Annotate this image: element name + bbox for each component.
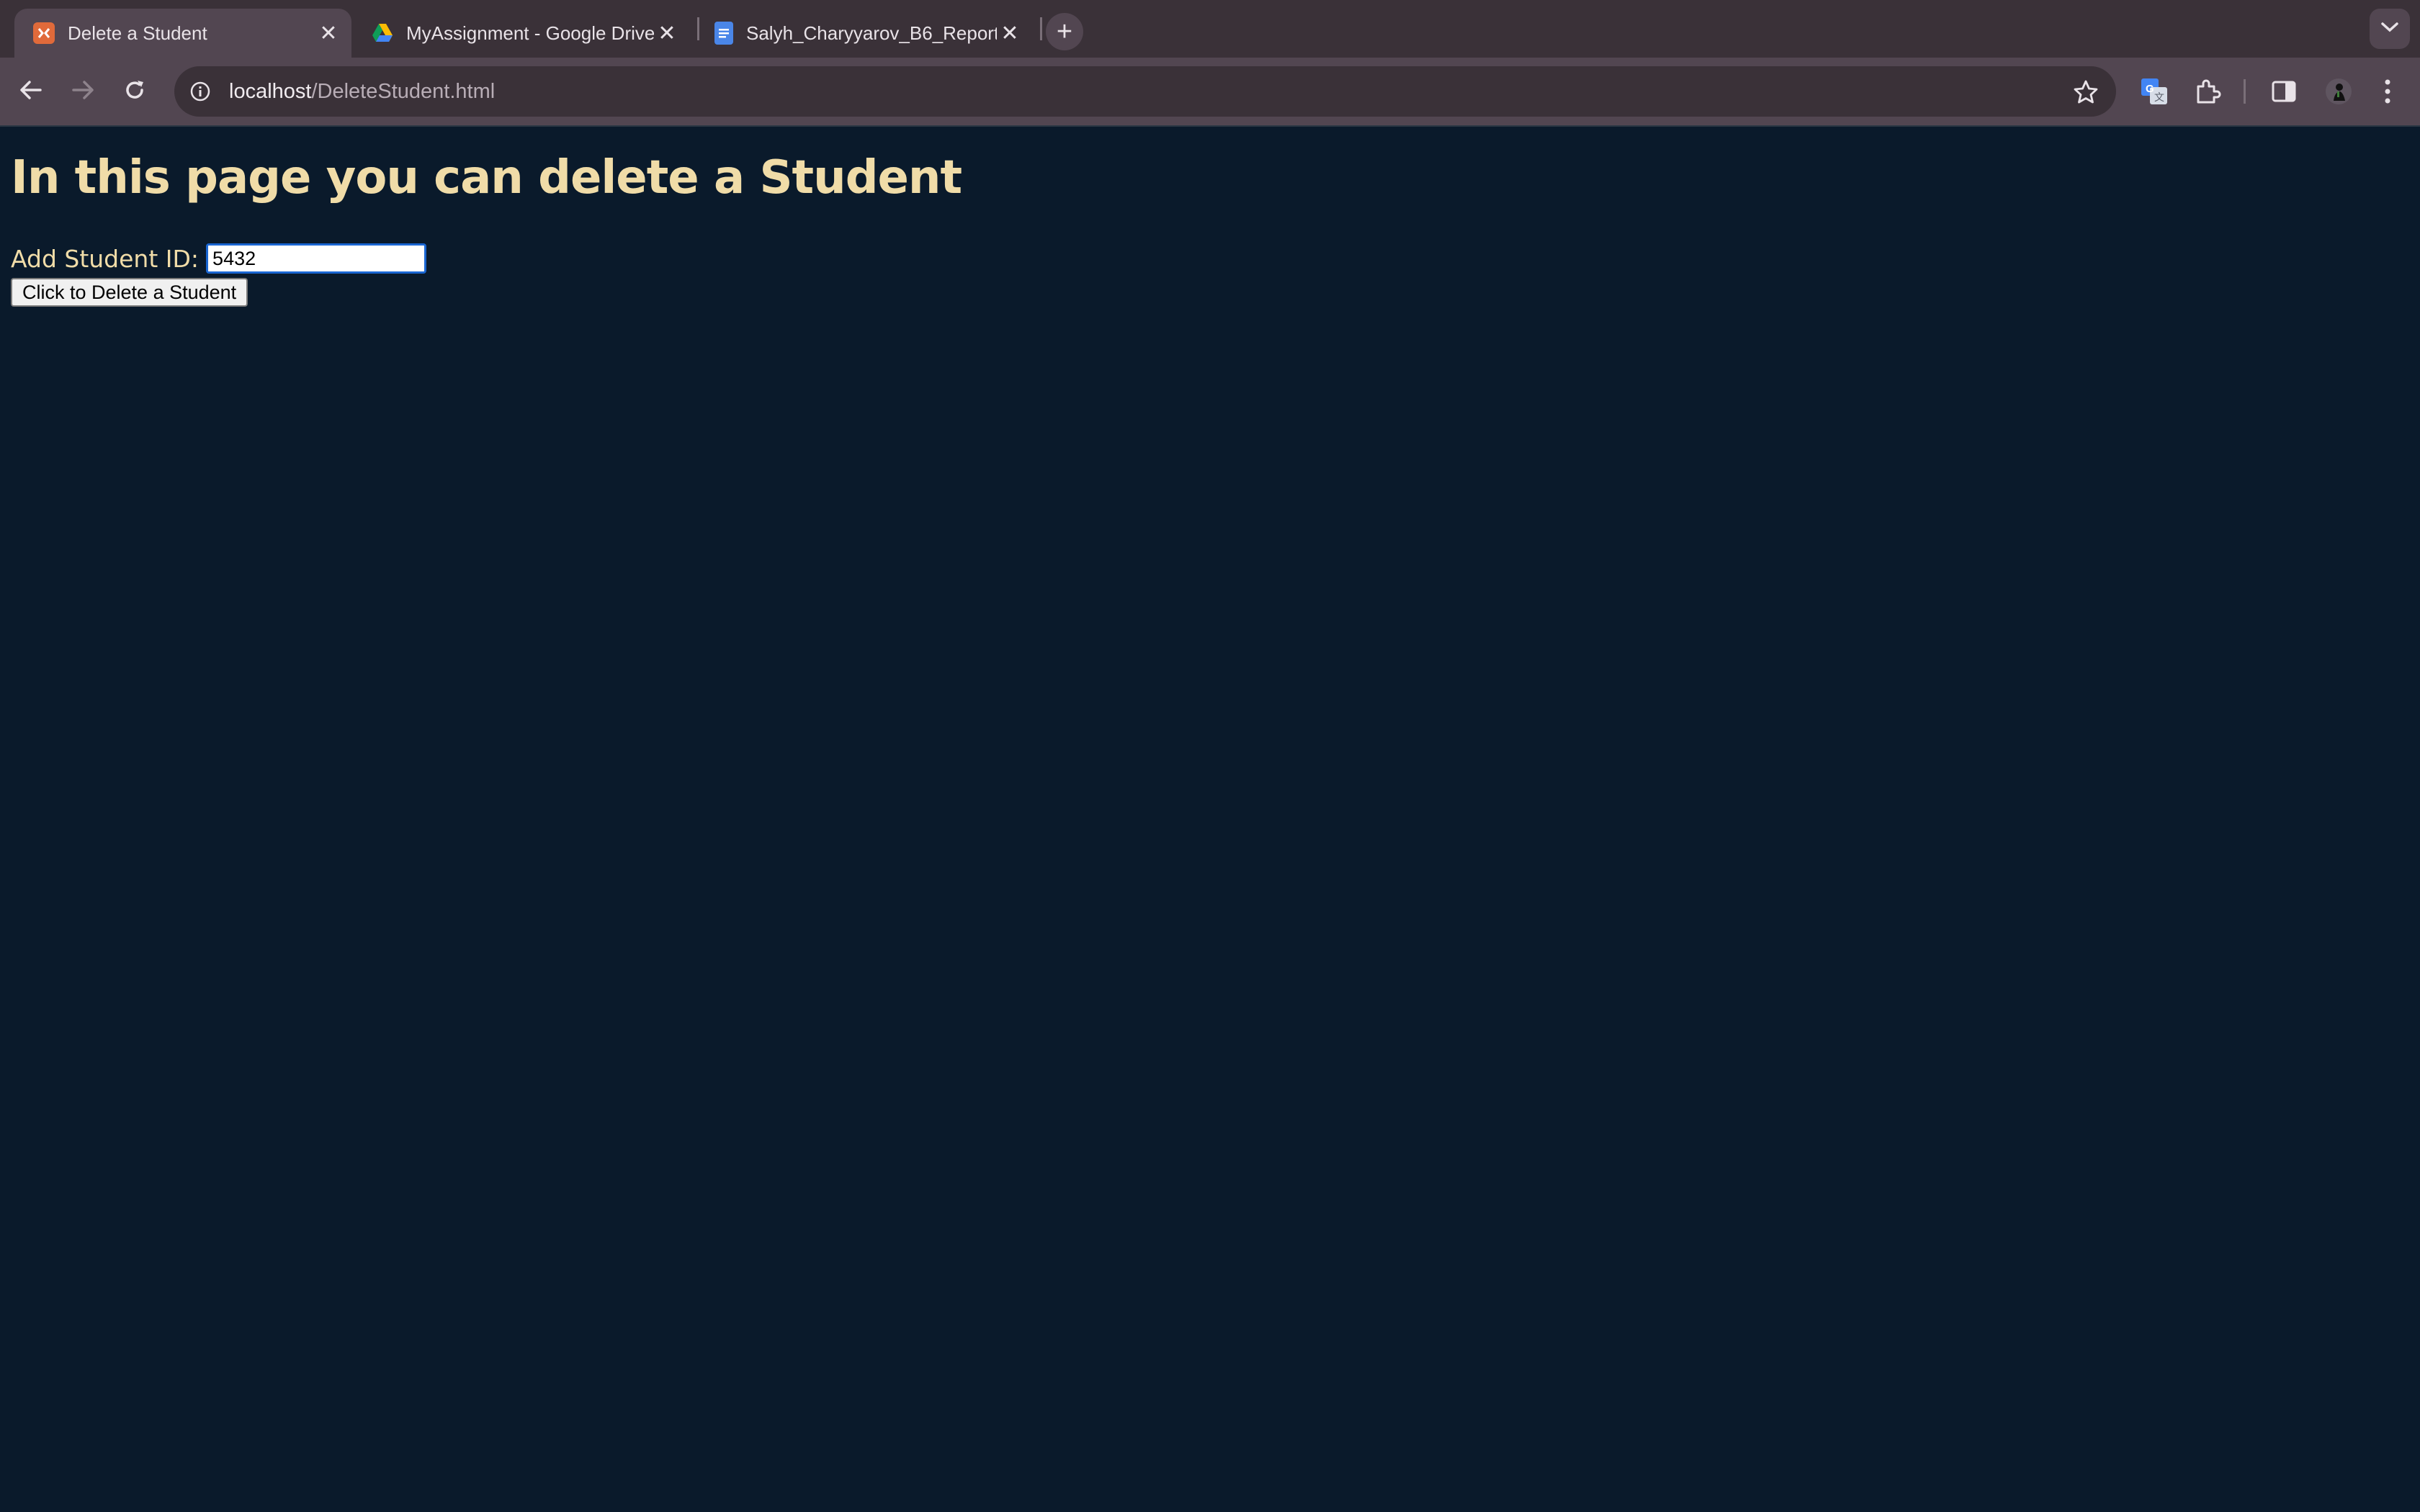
google-translate-icon[interactable]: G 文: [2136, 73, 2172, 109]
new-tab-button[interactable]: +: [1046, 13, 1083, 50]
reload-icon: [123, 78, 146, 104]
bookmark-star-icon[interactable]: [2071, 78, 2100, 107]
arrow-right-icon: [71, 79, 95, 104]
student-id-input[interactable]: [206, 243, 427, 274]
tab-title: Delete a Student: [68, 22, 207, 44]
back-button[interactable]: [10, 71, 52, 112]
close-tab-icon[interactable]: ✕: [997, 20, 1023, 46]
tab-title: MyAssignment - Google Drive: [406, 22, 654, 44]
student-id-label: Add Student ID:: [11, 244, 200, 273]
site-info-icon[interactable]: [189, 80, 212, 103]
tab-my-assignment[interactable]: MyAssignment - Google Drive ✕: [353, 9, 690, 58]
address-bar[interactable]: localhost/DeleteStudent.html: [174, 66, 2116, 117]
tab-separator: [1040, 17, 1042, 40]
tab-title: Salyh_Charyyarov_B6_Report: [746, 22, 997, 44]
toolbar-separator: [2244, 79, 2246, 104]
svg-text:文: 文: [2154, 92, 2164, 104]
arrow-left-icon: [19, 79, 43, 104]
tab-report-doc[interactable]: Salyh_Charyyarov_B6_Report ✕: [696, 9, 1033, 58]
browser-toolbar: localhost/DeleteStudent.html G 文: [0, 58, 2420, 125]
svg-text:G: G: [2146, 83, 2154, 95]
chevron-down-icon: [2380, 22, 2399, 36]
url-path: /DeleteStudent.html: [311, 79, 496, 103]
extensions-puzzle-icon[interactable]: [2190, 73, 2226, 109]
side-panel-icon[interactable]: [2266, 73, 2302, 109]
profile-avatar[interactable]: [2321, 73, 2357, 109]
tab-delete-student[interactable]: Delete a Student ✕: [14, 9, 351, 58]
xampp-icon: [33, 22, 55, 44]
url-host: localhost: [229, 79, 312, 103]
page-heading: In this page you can delete a Student: [11, 151, 962, 204]
student-id-row: Add Student ID:: [11, 243, 427, 274]
google-docs-icon: [714, 22, 733, 45]
page-content: In this page you can delete a Student Ad…: [0, 127, 2420, 1512]
close-tab-icon[interactable]: ✕: [315, 20, 341, 46]
more-options-icon[interactable]: [2370, 73, 2406, 109]
forward-button[interactable]: [62, 71, 104, 112]
google-drive-icon: [372, 22, 393, 44]
tab-search-button[interactable]: [2370, 9, 2410, 49]
reload-button[interactable]: [114, 71, 156, 112]
close-tab-icon[interactable]: ✕: [654, 20, 680, 46]
delete-student-button[interactable]: Click to Delete a Student: [11, 278, 248, 307]
tab-strip: Delete a Student ✕ MyAssignment - Google…: [0, 0, 2420, 58]
